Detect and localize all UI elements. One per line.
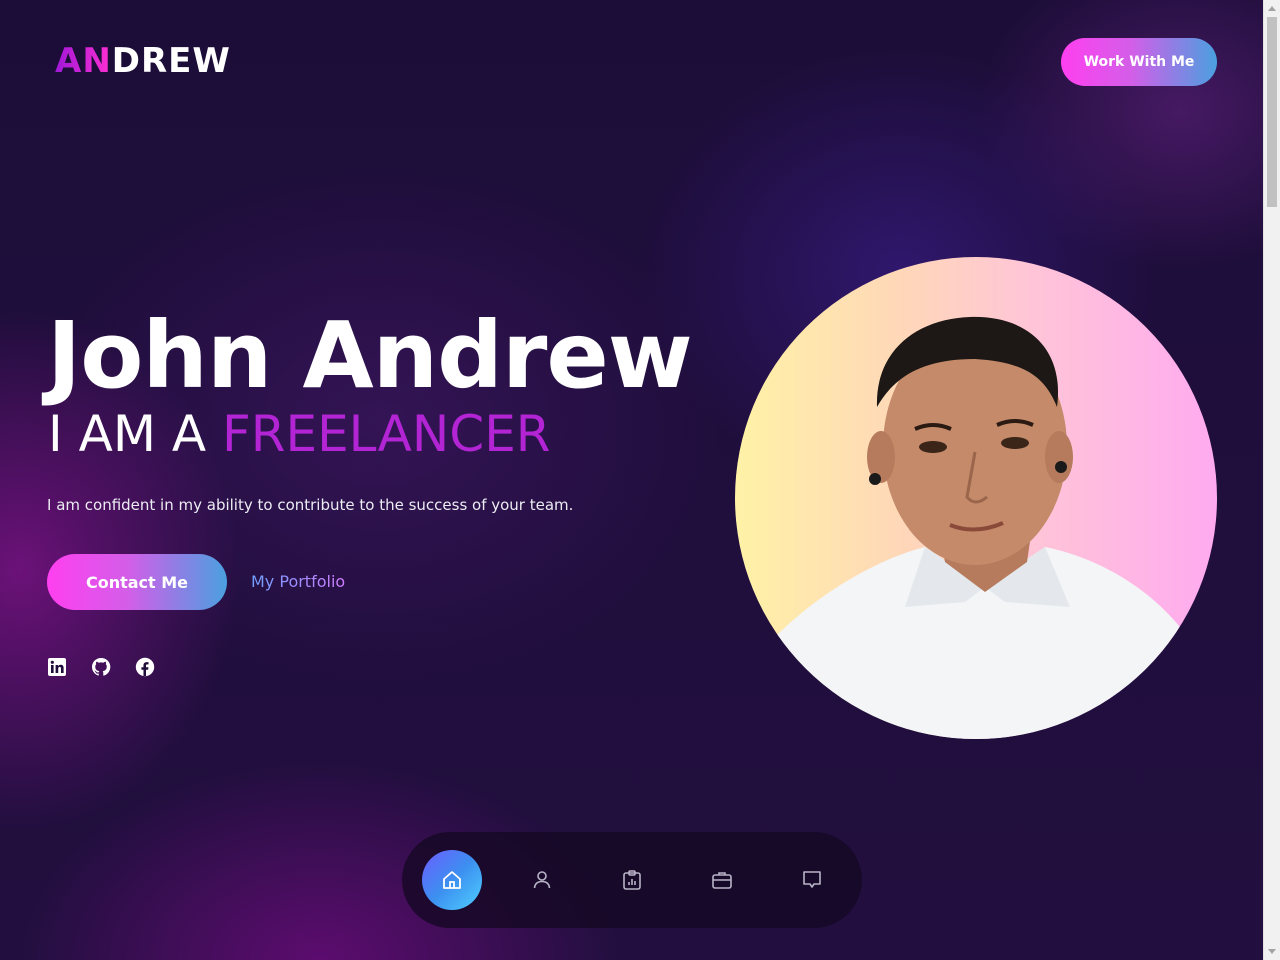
nav-contact[interactable] bbox=[782, 850, 842, 910]
work-with-me-button[interactable]: Work With Me bbox=[1061, 38, 1217, 86]
nav-portfolio[interactable] bbox=[692, 850, 752, 910]
nav-home[interactable] bbox=[422, 850, 482, 910]
hero-description: I am confident in my ability to contribu… bbox=[47, 496, 574, 514]
scroll-thumb[interactable] bbox=[1267, 17, 1277, 207]
hero-name: John Andrew bbox=[47, 302, 693, 409]
site-logo[interactable]: ANDREW bbox=[55, 42, 231, 80]
page-scrollbar[interactable] bbox=[1263, 0, 1280, 960]
user-icon bbox=[533, 871, 551, 889]
message-icon bbox=[803, 871, 821, 888]
hero-role-prefix: I AM A bbox=[48, 405, 222, 463]
home-icon bbox=[443, 871, 461, 889]
hero-role-highlight: FREELANCER bbox=[221, 405, 551, 463]
facebook-icon[interactable] bbox=[135, 657, 155, 677]
profile-photo-illustration bbox=[735, 316, 1217, 739]
logo-part-accent: AN bbox=[55, 41, 112, 81]
github-icon[interactable] bbox=[91, 657, 111, 677]
logo-part-white: DREW bbox=[111, 41, 231, 81]
scroll-down-icon[interactable] bbox=[1268, 949, 1276, 954]
social-links bbox=[47, 657, 155, 677]
nav-about[interactable] bbox=[512, 850, 572, 910]
profile-photo bbox=[735, 257, 1217, 739]
clipboard-chart-icon bbox=[623, 870, 641, 890]
briefcase-icon bbox=[712, 872, 732, 889]
contact-me-button[interactable]: Contact Me bbox=[47, 554, 227, 610]
hero-role: I AM A FREELANCER bbox=[48, 404, 551, 464]
nav-skills[interactable] bbox=[602, 850, 662, 910]
my-portfolio-link[interactable]: My Portfolio bbox=[251, 571, 345, 593]
scroll-up-icon[interactable] bbox=[1268, 6, 1276, 11]
linkedin-icon[interactable] bbox=[47, 657, 67, 677]
bottom-nav bbox=[402, 832, 862, 928]
